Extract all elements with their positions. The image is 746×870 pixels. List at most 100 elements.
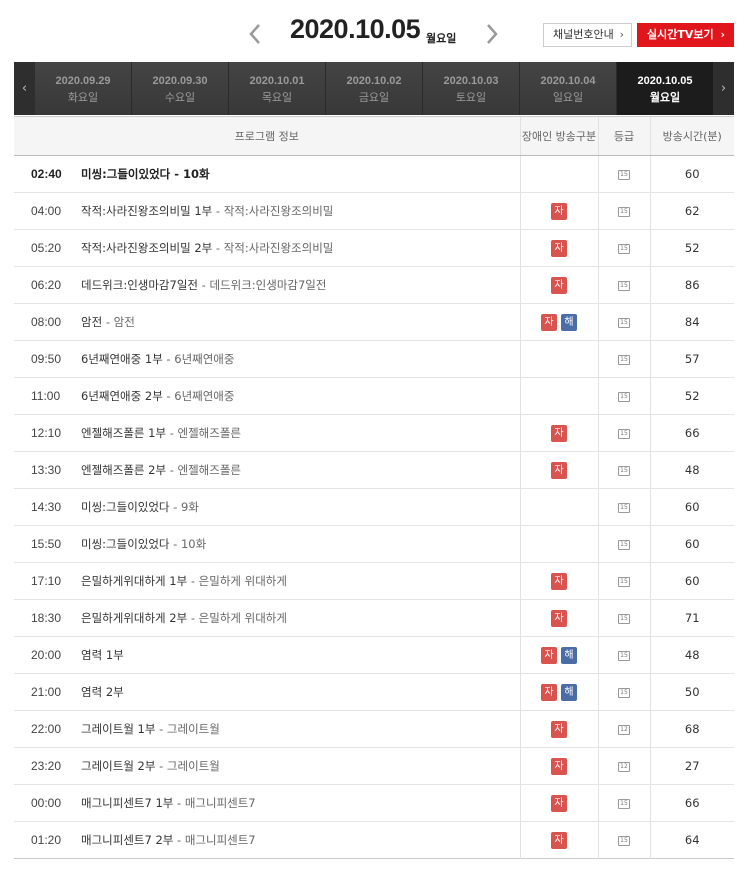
program-cell: 20:00 염력 1부 <box>14 636 520 674</box>
strip-next-arrow-icon[interactable]: › <box>713 62 734 115</box>
program-title: 엔젤해즈폴른 2부 <box>81 463 167 477</box>
caption-badge: 자 <box>551 609 567 627</box>
accessibility-cell: 자 <box>519 451 598 489</box>
program-separator: - <box>155 759 167 773</box>
accessibility-cell: 자 <box>519 192 598 230</box>
rating-cell: 15 <box>597 377 650 415</box>
rating-icon: 15 <box>618 798 630 809</box>
caption-badge: 자 <box>541 646 557 664</box>
rating-cell: 15 <box>597 784 650 822</box>
table-row: 05:20 작적:사라진왕조의비밀 2부 - 작적:사라진왕조의비밀 자 15 52 <box>14 229 734 267</box>
date-tab-2020.09.30[interactable]: 2020.09.30 수요일 <box>132 62 229 115</box>
channel-guide-button[interactable]: 채널번호안내 › <box>543 23 632 47</box>
accessibility-cell: 자 <box>519 266 598 304</box>
program-separator: - <box>198 278 210 292</box>
duration-cell: 66 <box>649 414 734 452</box>
program-title: 엔젤해즈폴른 1부 <box>81 426 167 440</box>
program-cell: 15:50 미씽:그들이있었다 - 10화 <box>14 525 520 563</box>
table-row: 23:20 그레이트월 2부 - 그레이트월 자 12 27 <box>14 747 734 785</box>
duration-cell: 64 <box>649 821 734 859</box>
program-separator: - <box>162 352 175 366</box>
accessibility-cell: 자 <box>519 599 598 637</box>
program-cell: 11:00 6년째연애중 2부 - 6년째연애중 <box>14 377 520 415</box>
program-title: 작적:사라진왕조의비밀 1부 <box>81 204 213 218</box>
date-tab-2020.10.03[interactable]: 2020.10.03 토요일 <box>423 62 520 115</box>
duration-cell: 60 <box>649 525 734 563</box>
table-row: 14:30 미씽:그들이있었다 - 9화 15 60 <box>14 488 734 526</box>
program-time: 15:50 <box>31 537 62 551</box>
next-date-arrow-icon[interactable] <box>480 18 504 50</box>
accessibility-cell <box>519 377 598 415</box>
program-cell: 05:20 작적:사라진왕조의비밀 2부 - 작적:사라진왕조의비밀 <box>14 229 520 267</box>
program-cell: 08:00 암전 - 암전 <box>14 303 520 341</box>
program-subtitle: 작적:사라진왕조의비밀 <box>223 241 334 255</box>
program-subtitle: 10화 <box>180 537 207 551</box>
program-title: 6년째연애중 1부 <box>81 352 163 366</box>
prev-date-arrow-icon[interactable] <box>243 18 267 50</box>
program-separator: - <box>169 500 181 514</box>
caption-badge: 자 <box>551 239 567 257</box>
schedule-table: 프로그램 정보 장애인 방송구분 등급 방송시간(분) 02:40 미씽:그들이있… <box>14 116 734 859</box>
program-title: 미씽:그들이있었다 <box>81 167 171 181</box>
date-tab-2020.10.01[interactable]: 2020.10.01 목요일 <box>229 62 326 115</box>
duration-cell: 60 <box>649 488 734 526</box>
program-cell: 18:30 은밀하게위대하게 2부 - 은밀하게 위대하게 <box>14 599 520 637</box>
rating-icon: 15 <box>618 280 630 291</box>
date-tab-day: 토요일 <box>455 91 487 104</box>
duration-cell: 27 <box>649 747 734 785</box>
program-title: 미씽:그들이있었다 <box>81 537 170 551</box>
rating-icon: 15 <box>618 391 630 402</box>
program-separator: - <box>173 796 185 810</box>
rating-icon: 15 <box>618 169 630 180</box>
date-tab-2020.10.05[interactable]: 2020.10.05 월요일 <box>617 62 714 115</box>
program-separator: - <box>166 463 178 477</box>
table-row: 21:00 염력 2부 자 해 15 50 <box>14 673 734 711</box>
live-tv-label: 실시간TV보기 <box>647 28 714 41</box>
accessibility-cell: 자 <box>519 821 598 859</box>
program-subtitle: 그레이트월 <box>166 722 220 736</box>
rating-icon: 12 <box>618 761 630 772</box>
table-row: 12:10 엔젤해즈폴른 1부 - 엔젤해즈폴른 자 15 66 <box>14 414 734 452</box>
program-subtitle: 암전 <box>113 315 135 329</box>
rating-cell: 15 <box>597 229 650 267</box>
date-tab-2020.09.29[interactable]: 2020.09.29 화요일 <box>35 62 132 115</box>
caption-badge: 자 <box>551 572 567 590</box>
strip-prev-arrow-icon[interactable]: ‹ <box>14 62 35 115</box>
date-tab-2020.10.04[interactable]: 2020.10.04 일요일 <box>520 62 617 115</box>
program-subtitle: 그레이트월 <box>166 759 220 773</box>
program-separator: - <box>212 241 224 255</box>
chevron-right-icon: › <box>619 28 624 41</box>
live-tv-button[interactable]: 실시간TV보기 › <box>637 23 734 47</box>
program-title: 6년째연애중 2부 <box>81 389 163 403</box>
caption-badge: 자 <box>541 313 557 331</box>
rating-cell: 12 <box>597 747 650 785</box>
date-tab-day: 월요일 <box>649 91 681 104</box>
program-title: 암전 <box>81 315 103 329</box>
rating-cell: 15 <box>597 599 650 637</box>
date-tab-2020.10.02[interactable]: 2020.10.02 금요일 <box>326 62 423 115</box>
rating-cell: 15 <box>597 636 650 674</box>
current-date: 2020.10.05 <box>290 14 421 44</box>
table-row: 02:40 미씽:그들이있었다 - 10화 15 60 <box>14 155 734 193</box>
program-cell: 04:00 작적:사라진왕조의비밀 1부 - 작적:사라진왕조의비밀 <box>14 192 520 230</box>
caption-badge: 자 <box>551 202 567 220</box>
rating-icon: 15 <box>618 465 630 476</box>
program-time: 01:20 <box>31 833 62 847</box>
rating-icon: 15 <box>618 317 630 328</box>
program-time: 00:00 <box>31 796 62 810</box>
caption-badge: 자 <box>551 424 567 442</box>
program-title: 그레이트월 2부 <box>81 759 156 773</box>
duration-cell: 52 <box>649 377 734 415</box>
rating-cell: 15 <box>597 488 650 526</box>
program-separator: - <box>187 574 199 588</box>
table-header-row: 프로그램 정보 장애인 방송구분 등급 방송시간(분) <box>14 116 734 156</box>
program-cell: 14:30 미씽:그들이있었다 - 9화 <box>14 488 520 526</box>
program-subtitle: 6년째연애중 <box>174 389 235 403</box>
program-title: 그레이트월 1부 <box>81 722 156 736</box>
program-time: 17:10 <box>31 574 62 588</box>
duration-cell: 60 <box>649 562 734 600</box>
date-tab-day: 일요일 <box>552 91 584 104</box>
rating-cell: 15 <box>597 673 650 711</box>
rating-icon: 15 <box>618 613 630 624</box>
header-duration: 방송시간(분) <box>649 116 734 156</box>
